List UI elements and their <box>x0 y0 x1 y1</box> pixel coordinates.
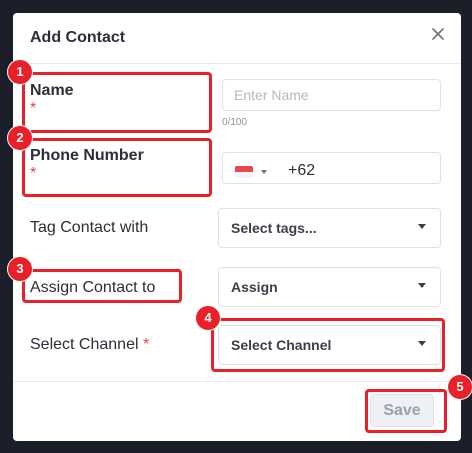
close-icon[interactable] <box>431 27 445 41</box>
assign-label: Assign Contact to <box>30 279 156 296</box>
annotation-badge-3: 3 <box>8 257 32 281</box>
tag-label: Tag Contact with <box>30 219 149 236</box>
channel-select[interactable]: Select Channel <box>218 325 441 365</box>
required-mark: * <box>142 336 150 353</box>
channel-select-value: Select Channel <box>231 337 332 353</box>
name-field[interactable] <box>222 79 441 111</box>
name-input[interactable] <box>223 80 440 110</box>
add-contact-modal: Add Contact Name * 0/100 Phone Number * … <box>13 13 461 441</box>
assign-select-value: Assign <box>231 279 278 295</box>
modal-header: Add Contact <box>13 13 461 64</box>
required-mark: * <box>30 100 37 117</box>
chevron-down-icon <box>418 341 426 346</box>
required-mark: * <box>30 165 37 182</box>
tag-select[interactable]: Select tags... <box>218 208 441 248</box>
phone-field[interactable]: +62 <box>222 152 441 184</box>
indonesia-flag-icon[interactable] <box>235 166 253 178</box>
footer-divider <box>13 381 461 382</box>
annotation-badge-2: 2 <box>8 126 32 150</box>
name-label: Name * <box>30 82 74 117</box>
channel-label: Select Channel * <box>30 336 150 353</box>
assign-select[interactable]: Assign <box>218 267 441 307</box>
modal-title: Add Contact <box>30 29 126 46</box>
name-char-counter: 0/100 <box>222 117 248 128</box>
chevron-down-icon <box>418 283 426 288</box>
phone-label: Phone Number * <box>30 147 144 182</box>
tag-select-value: Select tags... <box>231 220 317 236</box>
dial-code: +62 <box>288 162 316 179</box>
chevron-down-icon <box>418 224 426 229</box>
annotation-badge-1: 1 <box>8 60 32 84</box>
annotation-badge-5: 5 <box>448 375 472 399</box>
annotation-badge-4: 4 <box>196 306 220 330</box>
chevron-down-icon[interactable] <box>261 170 267 174</box>
save-button[interactable]: Save <box>370 394 434 427</box>
